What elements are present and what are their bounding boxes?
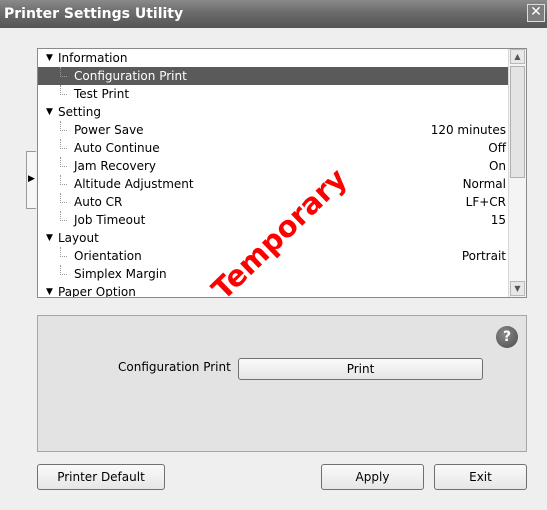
scroll-down-icon[interactable]: ▼ bbox=[510, 281, 525, 296]
exit-button[interactable]: Exit bbox=[434, 464, 527, 490]
main-area: ▶ ▼ Information Configuration Print Test Pr… bbox=[0, 28, 547, 510]
tree-item-label: Test Print bbox=[74, 87, 130, 101]
tree-item-label: Setting bbox=[58, 105, 101, 119]
tree-connector bbox=[60, 139, 67, 149]
apply-button[interactable]: Apply bbox=[321, 464, 424, 490]
tree-connector bbox=[60, 211, 67, 221]
settings-tree-panel: ▼ Information Configuration Print Test Prin… bbox=[37, 48, 527, 298]
detail-panel: ? Configuration Print Print bbox=[37, 315, 527, 452]
tree-item[interactable]: Auto CR LF+CR bbox=[38, 193, 510, 211]
tree-connector bbox=[60, 265, 67, 275]
tree-item[interactable]: Power Save 120 minutes bbox=[38, 121, 510, 139]
close-button[interactable]: ✕ bbox=[527, 4, 545, 22]
scroll-thumb[interactable] bbox=[510, 66, 525, 178]
expand-arrow-icon[interactable]: ▼ bbox=[46, 283, 56, 297]
side-panel-toggle[interactable]: ▶ bbox=[26, 151, 36, 209]
tree-item[interactable]: Jam Recovery On bbox=[38, 157, 510, 175]
tree-item-value: Off bbox=[488, 141, 506, 155]
tree-item-label: Auto Continue bbox=[74, 141, 160, 155]
tree-item-value: 15 bbox=[490, 213, 506, 227]
expand-arrow-icon[interactable]: ▼ bbox=[46, 49, 56, 67]
tree-item-label: Layout bbox=[58, 231, 99, 245]
tree-item[interactable]: Auto Continue Off bbox=[38, 139, 510, 157]
tree-item-label: Jam Recovery bbox=[74, 159, 157, 173]
arrow-right-icon: ▶ bbox=[28, 174, 35, 184]
tree-item[interactable]: Configuration Print bbox=[38, 67, 510, 85]
scroll-up-icon[interactable]: ▲ bbox=[510, 49, 525, 64]
tree-item-value: LF+CR bbox=[465, 195, 506, 209]
tree-item[interactable]: Test Print bbox=[38, 85, 510, 103]
printer-default-button[interactable]: Printer Default bbox=[37, 464, 165, 490]
configuration-print-label: Configuration Print bbox=[118, 360, 231, 374]
tree-connector bbox=[60, 193, 67, 203]
tree-group[interactable]: ▼ Setting bbox=[38, 103, 510, 121]
tree-item[interactable]: Altitude Adjustment Normal bbox=[38, 175, 510, 193]
tree-item-label: Orientation bbox=[74, 249, 142, 263]
tree-item-label: Auto CR bbox=[74, 195, 123, 209]
tree-connector bbox=[60, 121, 67, 131]
tree-group[interactable]: ▼ Paper Option bbox=[38, 283, 510, 298]
tree-item-value: On bbox=[488, 159, 506, 173]
tree-item-label: Information bbox=[58, 51, 128, 65]
tree-item-label: Paper Option bbox=[58, 285, 136, 298]
print-button[interactable]: Print bbox=[238, 358, 483, 380]
printer-settings-window: Printer Settings Utility ✕ ▶ ▼ Informatio… bbox=[0, 0, 547, 510]
tree-group[interactable]: ▼ Information bbox=[38, 49, 510, 67]
tree-item-label: Job Timeout bbox=[74, 213, 146, 227]
tree-item-value: Normal bbox=[462, 177, 506, 191]
tree-item-value: Portrait bbox=[461, 249, 506, 263]
tree-connector bbox=[60, 85, 67, 95]
expand-arrow-icon[interactable]: ▼ bbox=[46, 103, 56, 121]
tree-scrollbar[interactable]: ▲ ▼ bbox=[508, 49, 526, 297]
tree-connector bbox=[60, 175, 67, 185]
tree-connector bbox=[60, 157, 67, 167]
tree-item-label: Altitude Adjustment bbox=[74, 177, 194, 191]
title-bar: Printer Settings Utility ✕ bbox=[0, 0, 547, 28]
expand-arrow-icon[interactable]: ▼ bbox=[46, 229, 56, 247]
tree-item-label: Simplex Margin bbox=[74, 267, 167, 281]
help-icon[interactable]: ? bbox=[496, 326, 518, 348]
tree-item[interactable]: Simplex Margin bbox=[38, 265, 510, 283]
tree-connector bbox=[60, 67, 67, 77]
tree-connector bbox=[60, 247, 67, 257]
tree-item-value: 120 minutes bbox=[430, 123, 506, 137]
window-title: Printer Settings Utility bbox=[4, 6, 184, 22]
tree-item-label: Configuration Print bbox=[74, 69, 187, 83]
tree-item-label: Power Save bbox=[74, 123, 144, 137]
